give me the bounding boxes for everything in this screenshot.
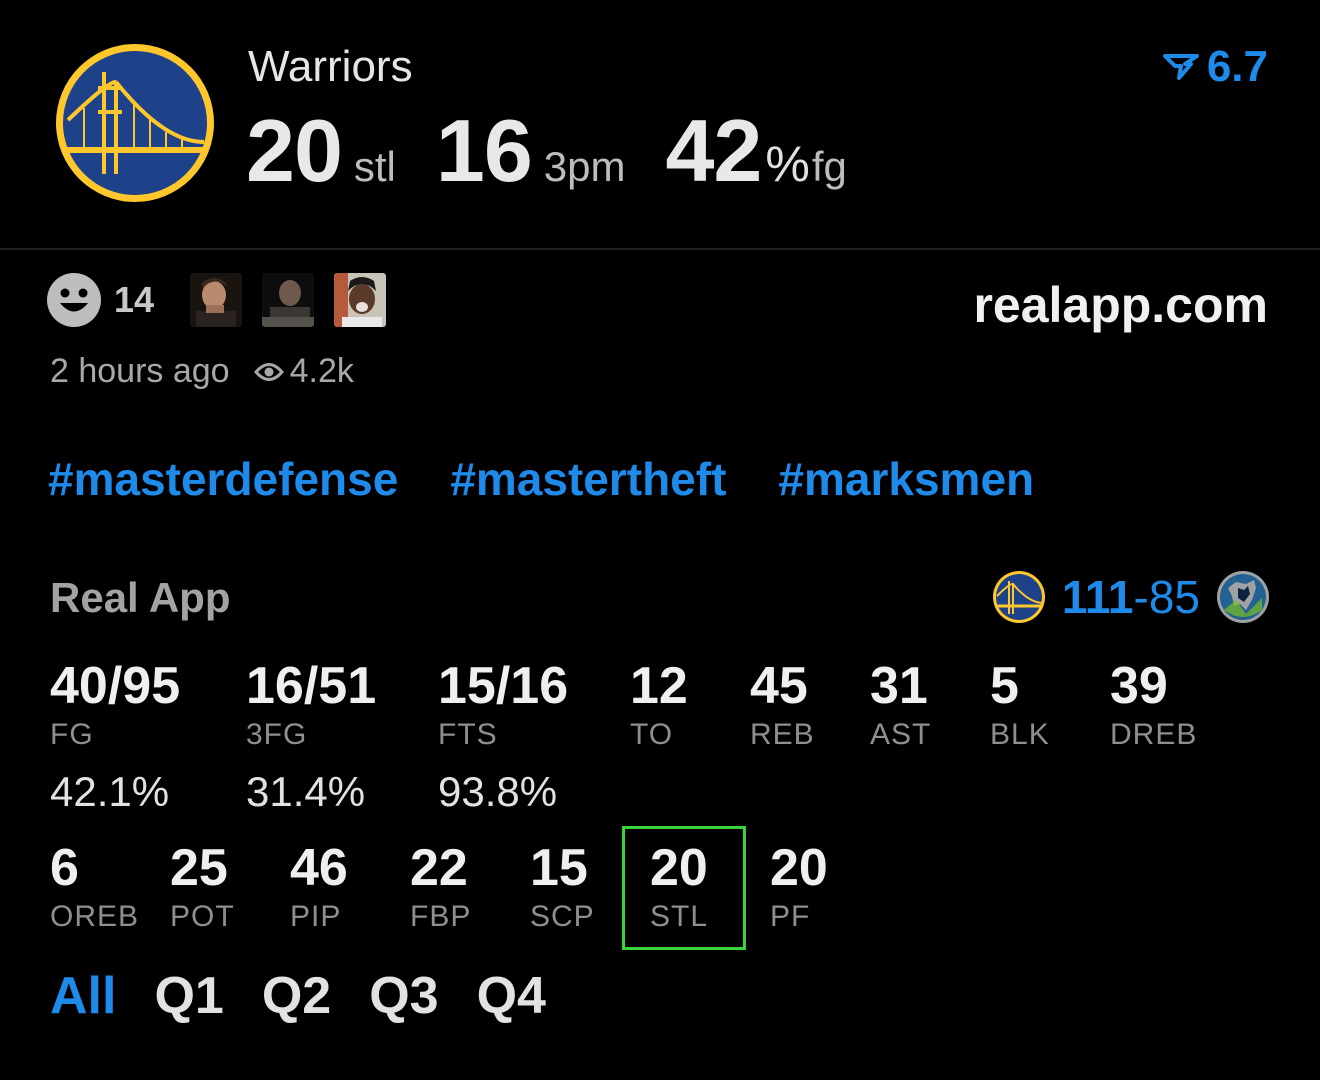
headline-stats: 20 stl 16 3pm 42 % fg [246,100,847,202]
smiley-icon[interactable] [46,272,102,328]
threes-unit: 3pm [543,143,626,190]
stat-to[interactable]: 12 TO [630,658,688,752]
stat-label: BLK [990,718,1050,751]
warriors-logo-icon[interactable] [54,42,216,204]
stat-label: PIP [290,900,342,933]
hashtag-link[interactable]: #mastertheft [450,452,726,506]
stat-label: AST [870,718,932,751]
stat-3fg[interactable]: 16/51 3FG [246,658,376,752]
away-score: 85 [1148,571,1200,623]
stat-label: FBP [410,900,472,933]
stat-ast[interactable]: 31 AST [870,658,931,752]
eye-icon [253,362,284,381]
steals-value: 20 [246,101,343,200]
stat-value: 40/95 [50,657,181,715]
stat-value: 31 [870,657,928,715]
stat-value: 15 [530,839,588,897]
stat-label: 3FG [246,718,308,751]
stat-pf[interactable]: 20 PF [770,840,828,934]
stat-pip[interactable]: 46 PIP [290,840,348,934]
stat-scp[interactable]: 15 SCP [530,840,595,934]
stat-label: OREB [50,900,140,933]
source-site-link[interactable]: realapp.com [973,276,1268,334]
post-meta: 2 hours ago 4.2k [50,352,354,391]
stat-blk[interactable]: 5 BLK [990,658,1050,752]
tab-q2[interactable]: Q2 [262,966,331,1026]
box-score-source: Real App [50,574,231,621]
tab-q3[interactable]: Q3 [369,966,438,1026]
stat-label: PF [770,900,811,933]
stat-value: 45 [750,657,808,715]
fg-unit: fg [811,143,847,190]
avatar-1[interactable] [190,273,243,327]
fg-pct-sign: % [765,136,810,192]
fg-pct-value: 42 [665,101,762,200]
quarter-tabs: All Q1 Q2 Q3 Q4 [50,966,584,1026]
stat-pot[interactable]: 25 POT [170,840,235,934]
timberwolves-logo-icon [1217,571,1269,623]
stat-oreb[interactable]: 6 OREB [50,840,139,934]
stat-value: 22 [410,839,468,897]
tab-q4[interactable]: Q4 [477,966,546,1026]
header-divider [0,248,1320,250]
hashtag-list: #masterdefense #mastertheft #marksmen [48,452,1086,506]
stat-value: 20 [650,839,708,897]
avatar-2[interactable] [262,273,315,327]
stat-label: SCP [530,900,595,933]
warriors-logo-icon [992,571,1045,623]
score-separator: - [1133,571,1149,623]
stat-label: REB [750,718,815,751]
stat-dreb[interactable]: 39 DREB [1110,658,1197,752]
stat-value: 6 [50,839,79,897]
rating-value: 6.7 [1206,42,1268,91]
team-name[interactable]: Warriors [248,42,413,92]
hashtag-link[interactable]: #masterdefense [48,452,398,506]
post-time: 2 hours ago [50,352,230,390]
fg-percentage: 42.1% [50,768,170,815]
hashtag-link[interactable]: #marksmen [778,452,1034,506]
stat-value: 46 [290,839,348,897]
view-count: 4.2k [289,352,354,390]
3fg-percentage: 31.4% [246,768,366,815]
stat-fbp[interactable]: 22 FBP [410,840,471,934]
ft-percentage: 93.8% [438,768,558,815]
steals-unit: stl [353,143,396,190]
stat-label: FG [50,718,94,751]
stat-fts[interactable]: 15/16 FTS [438,658,568,752]
tab-q1[interactable]: Q1 [154,966,223,1026]
reactions-bar[interactable]: 14 [46,272,406,328]
stat-value: 16/51 [246,657,377,715]
stat-reb[interactable]: 45 REB [750,658,815,752]
real-app-logo-icon [1162,54,1199,80]
stat-value: 20 [770,839,828,897]
stat-label: DREB [1110,718,1198,751]
post-header: Warriors 20 stl 16 3pm 42 % fg 6.7 [0,0,1320,248]
stat-label: TO [630,718,674,751]
stat-fg[interactable]: 40/95 FG [50,658,180,752]
stat-value: 39 [1110,657,1168,715]
rating-badge[interactable]: 6.7 [1162,42,1268,92]
avatar-3[interactable] [334,273,387,327]
home-score: 111 [1061,571,1134,623]
stat-value: 15/16 [438,657,569,715]
stat-value: 12 [630,657,688,715]
threes-value: 16 [435,101,533,200]
stat-value: 5 [990,657,1019,715]
stat-value: 25 [170,839,228,897]
stat-label: POT [170,900,235,933]
tab-all[interactable]: All [50,966,116,1026]
stat-stl[interactable]: 20 STL [650,840,708,934]
stat-label: FTS [438,718,498,751]
game-score[interactable]: 111 - 85 [992,570,1270,624]
stat-label: STL [650,900,709,933]
reaction-count: 14 [114,279,155,320]
